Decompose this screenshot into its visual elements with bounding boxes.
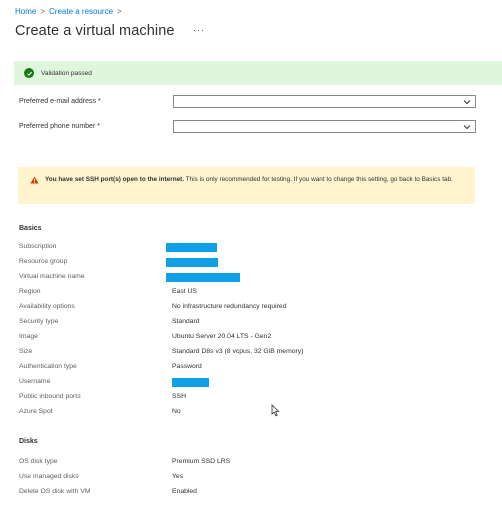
breadcrumb: Home > Create a resource > (15, 7, 126, 16)
managed-disks-value: Yes (172, 473, 184, 480)
region-label: Region (19, 288, 41, 295)
vm-name-value-redacted (166, 273, 240, 282)
username-value-redacted (172, 378, 209, 387)
warning-bold-text: You have set SSH port(s) open to the int… (45, 176, 185, 183)
validation-banner: Validation passed (14, 61, 502, 85)
resource-group-label: Resource group (19, 258, 68, 265)
chevron-down-icon (463, 125, 471, 130)
image-label: Image (19, 333, 38, 340)
more-options-button[interactable]: ··· (193, 25, 205, 35)
username-label: Username (19, 378, 51, 385)
basics-heading: Basics (19, 225, 42, 232)
page-title: Create a virtual machine (15, 23, 175, 39)
auth-type-value: Password (172, 363, 202, 370)
size-value: Standard D8s v3 (8 vcpus, 32 GiB memory) (172, 348, 304, 355)
security-type-value: Standard (172, 318, 200, 325)
breadcrumb-create-resource-link[interactable]: Create a resource (49, 7, 113, 16)
availability-label: Availability options (19, 303, 75, 310)
phone-dropdown[interactable] (173, 120, 476, 133)
breadcrumb-separator: > (40, 7, 46, 16)
os-disk-type-value: Premium SSD LRS (172, 458, 231, 465)
subscription-value-redacted (166, 243, 217, 252)
vm-name-label: Virtual machine name (19, 273, 85, 280)
azure-spot-value: No (172, 408, 181, 415)
warning-icon (30, 176, 39, 184)
delete-os-disk-label: Delete OS disk with VM (19, 488, 91, 495)
breadcrumb-separator: > (117, 7, 122, 16)
size-label: Size (19, 348, 33, 355)
os-disk-type-label: OS disk type (19, 458, 58, 465)
azure-spot-label: Azure Spot (19, 408, 53, 415)
email-dropdown[interactable] (173, 95, 476, 108)
mouse-cursor-icon (271, 404, 280, 417)
resource-group-value-redacted (166, 258, 218, 267)
check-circle-icon (24, 68, 34, 78)
warning-message: You have set SSH port(s) open to the int… (45, 175, 465, 184)
inbound-ports-value: SSH (172, 393, 186, 400)
delete-os-disk-value: Enabled (172, 488, 197, 495)
availability-value: No infrastructure redundancy required (172, 303, 287, 310)
disks-heading: Disks (19, 438, 38, 445)
managed-disks-label: Use managed disks (19, 473, 79, 480)
auth-type-label: Authentication type (19, 363, 77, 370)
chevron-down-icon (463, 100, 471, 105)
email-field-label: Preferred e-mail address * (19, 98, 101, 105)
image-value: Ubuntu Server 20.04 LTS - Gen2 (172, 333, 272, 340)
region-value: East US (172, 288, 197, 295)
security-type-label: Security type (19, 318, 59, 325)
inbound-ports-label: Public inbound ports (19, 393, 81, 400)
warning-detail-text: This is only recommended for testing. If… (184, 176, 453, 183)
phone-field-label: Preferred phone number * (19, 123, 100, 130)
subscription-label: Subscription (19, 243, 57, 250)
ssh-warning-banner: You have set SSH port(s) open to the int… (18, 167, 475, 204)
breadcrumb-home-link[interactable]: Home (15, 7, 36, 16)
validation-text: Validation passed (41, 69, 92, 77)
